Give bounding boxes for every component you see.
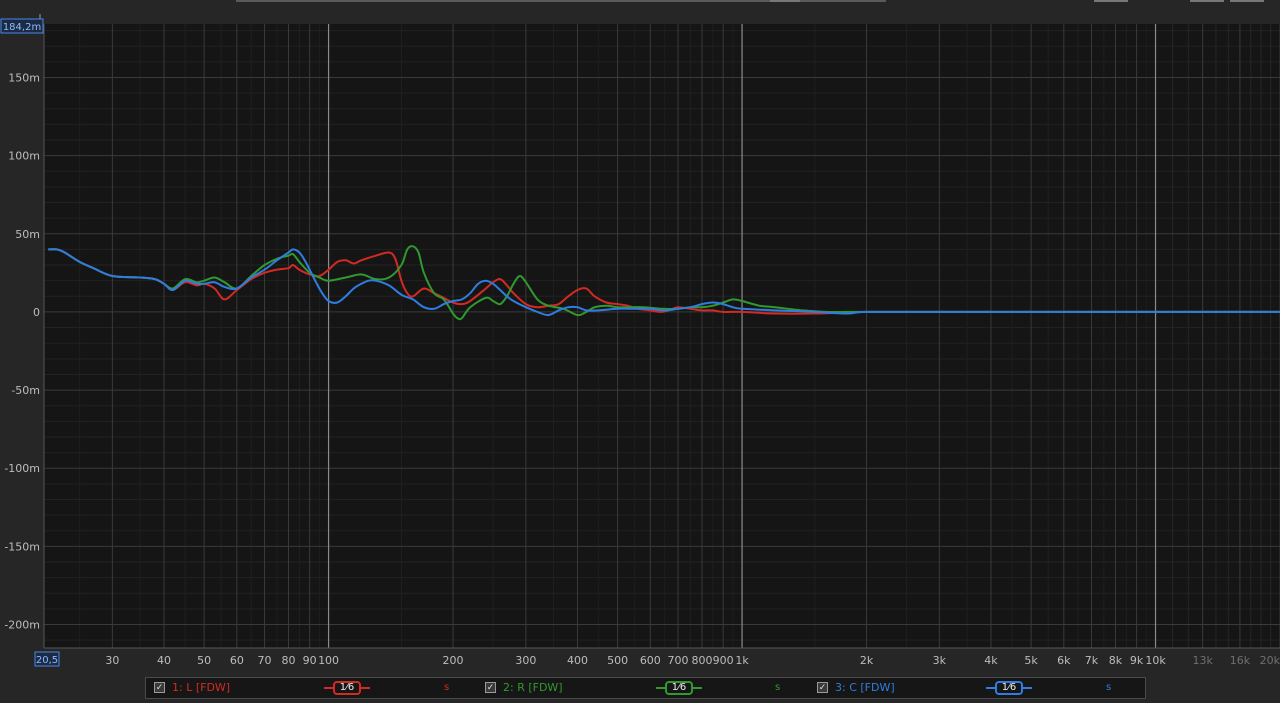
legend-checkbox-l[interactable]: ✓	[154, 682, 165, 693]
legend-unit-l: s	[444, 682, 450, 693]
x-tick-label: 800	[691, 654, 712, 667]
smoothing-button-c[interactable]: 1⁄6	[995, 681, 1023, 695]
legend-unit-r: s	[775, 682, 781, 693]
x-tick-label: 200	[443, 654, 464, 667]
y-tick-label: -150m	[4, 540, 40, 553]
x-tick-label: 50	[197, 654, 211, 667]
x-tick-label: 4k	[984, 654, 998, 667]
y-tick-label: -100m	[4, 462, 40, 475]
x-tick-label: 3k	[933, 654, 947, 667]
x-min-readout: 20,5	[36, 655, 58, 666]
x-tick-label: 70	[258, 654, 272, 667]
smoothing-button-r[interactable]: 1⁄6	[665, 681, 693, 695]
y-tick-label: 100m	[8, 150, 40, 163]
y-max-readout: 184,2m	[3, 22, 41, 33]
x-tick-label: 13k	[1192, 654, 1213, 667]
x-tick-label: 300	[515, 654, 536, 667]
x-tick-label: 80	[282, 654, 296, 667]
x-tick-label: 1k	[735, 654, 749, 667]
x-tick-label: 600	[640, 654, 661, 667]
legend-checkbox-r[interactable]: ✓	[485, 682, 496, 693]
legend-name-c: 3: C [FDW]	[835, 681, 895, 694]
legend-name-l: 1: L [FDW]	[172, 681, 231, 694]
frequency-response-chart[interactable]: 150m 100m 50m 0 -50m -100m -150m -200m 30 40 50 60…	[0, 0, 1280, 703]
legend-unit-c: s	[1106, 682, 1112, 693]
x-tick-label: 2k	[860, 654, 874, 667]
legend-name-r: 2: R [FDW]	[503, 681, 563, 694]
x-tick-label: 500	[607, 654, 628, 667]
y-tick-label: -200m	[4, 619, 40, 632]
x-tick-label: 700	[668, 654, 689, 667]
y-tick-label: -50m	[11, 384, 40, 397]
legend-bar: ✓ 1: L [FDW] 1⁄6 s ✓ 2: R [FDW] 1⁄6 s ✓ …	[145, 677, 1146, 699]
x-tick-label: 20k	[1260, 654, 1280, 667]
x-tick-label: 10k	[1145, 654, 1166, 667]
x-tick-label: 16k	[1230, 654, 1251, 667]
y-tick-label: 0	[33, 306, 40, 319]
x-tick-label: 100	[318, 654, 339, 667]
y-tick-label: 50m	[15, 228, 40, 241]
plot-area[interactable]	[44, 24, 1280, 648]
x-tick-label: 6k	[1057, 654, 1071, 667]
x-tick-label: 60	[230, 654, 244, 667]
smoothing-button-l[interactable]: 1⁄6	[333, 681, 361, 695]
x-tick-label: 5k	[1024, 654, 1038, 667]
x-tick-label: 30	[105, 654, 119, 667]
x-tick-label: 900	[713, 654, 734, 667]
legend-checkbox-c[interactable]: ✓	[817, 682, 828, 693]
x-tick-label: 40	[157, 654, 171, 667]
x-tick-label: 400	[567, 654, 588, 667]
x-tick-label: 8k	[1109, 654, 1123, 667]
x-axis-labels: 30 40 50 60 70 80 90 100 200 300 400 500 600 700 800 90…	[105, 654, 1280, 667]
y-axis-labels: 150m 100m 50m 0 -50m -100m -150m -200m	[4, 71, 40, 631]
y-tick-label: 150m	[8, 71, 40, 84]
x-tick-label: 7k	[1085, 654, 1099, 667]
x-tick-label: 9k	[1130, 654, 1144, 667]
x-tick-label: 90	[303, 654, 317, 667]
